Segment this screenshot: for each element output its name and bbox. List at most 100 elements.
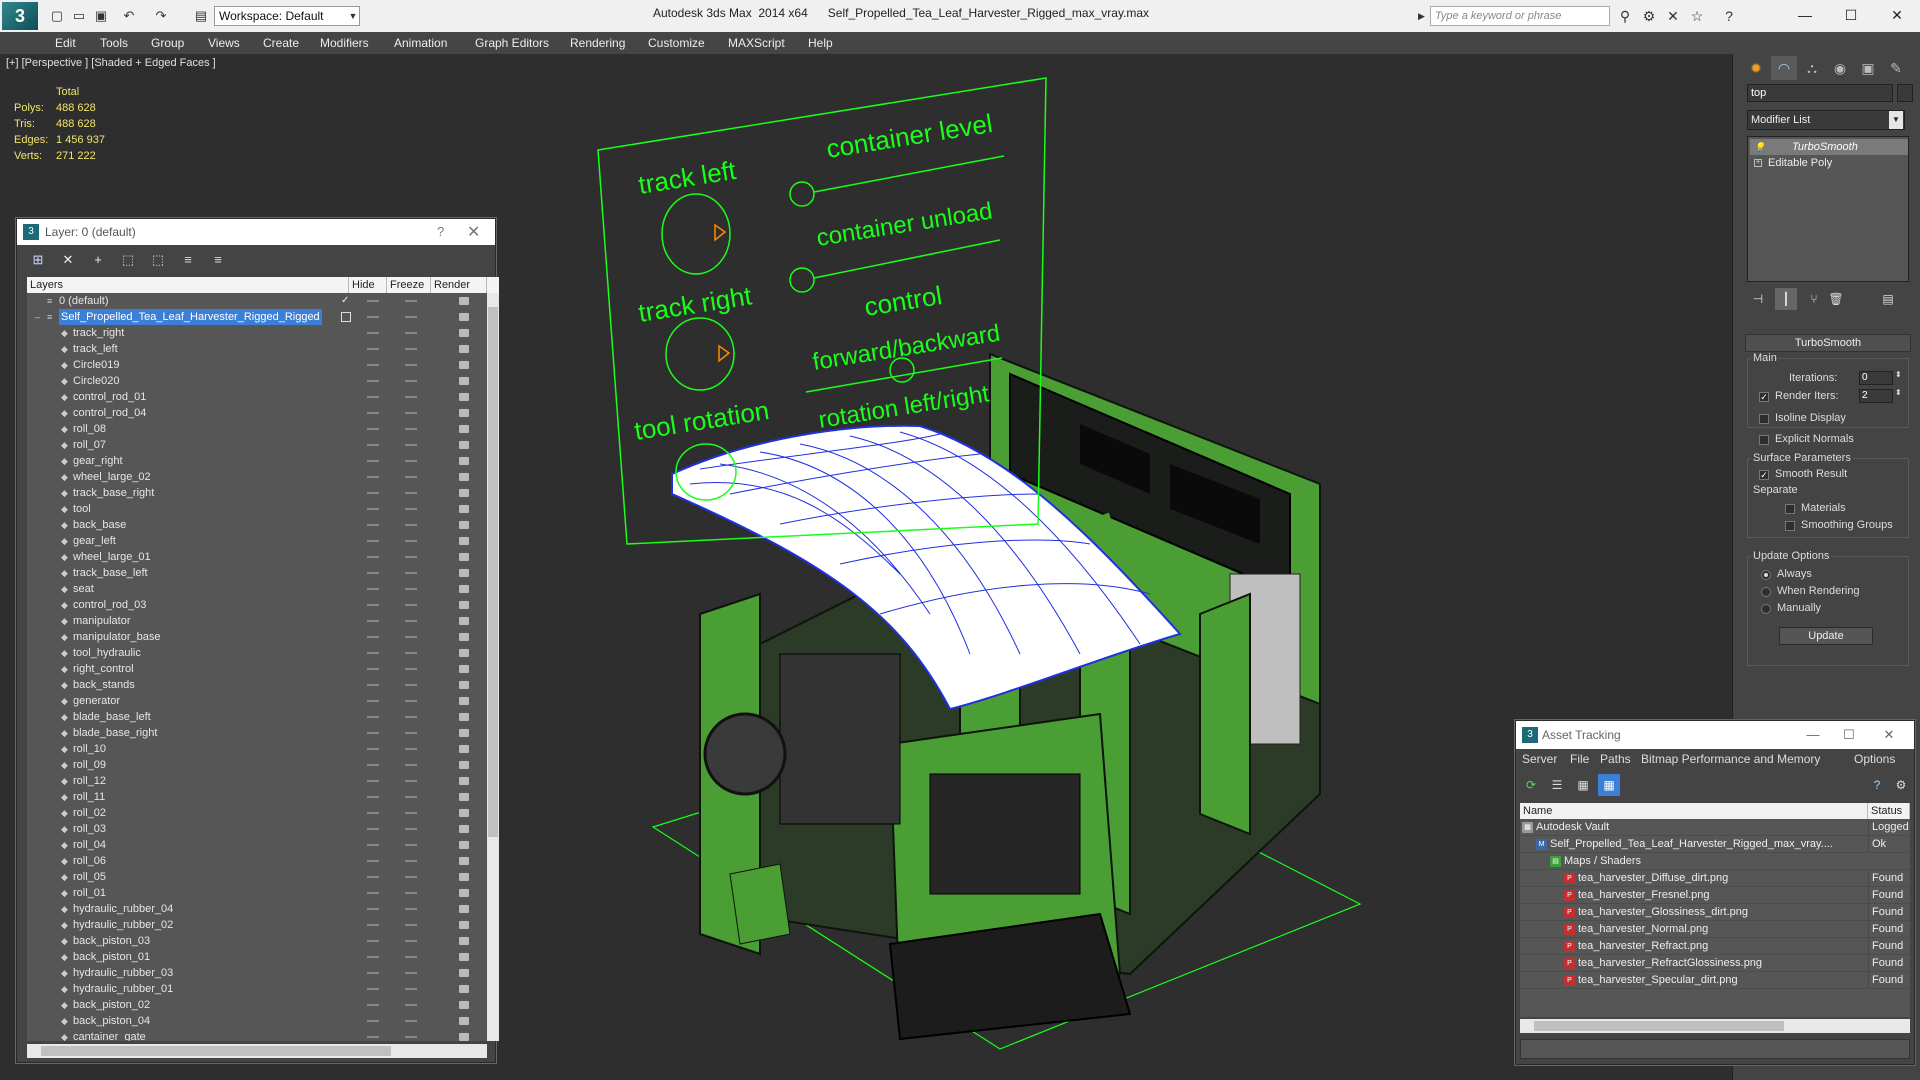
freeze-toggle[interactable] <box>405 524 417 526</box>
hide-toggle[interactable] <box>367 748 379 750</box>
freeze-toggle[interactable] <box>405 732 417 734</box>
render-teapot-icon[interactable] <box>459 793 469 801</box>
freeze-toggle[interactable] <box>405 476 417 478</box>
freeze-toggle[interactable] <box>405 348 417 350</box>
layer-object-row[interactable]: ◆ cantainer_gate <box>27 1029 487 1041</box>
manually-radio[interactable] <box>1761 604 1771 614</box>
asset-row[interactable]: ▤ Maps / Shaders <box>1520 853 1910 870</box>
hide-toggle[interactable] <box>367 732 379 734</box>
asset-row[interactable]: ▦Autodesk Vault Logged O <box>1520 819 1910 836</box>
layer-row-default[interactable]: ≡ 0 (default) ✓ <box>27 293 487 309</box>
when-rendering-radio[interactable] <box>1761 587 1771 597</box>
render-iters-input[interactable]: 2 <box>1859 389 1893 403</box>
remove-modifier-icon[interactable]: 🗑 <box>1825 288 1847 310</box>
layer-object-row[interactable]: ◆ Circle019 <box>27 357 487 373</box>
list-view-icon[interactable]: ☰ <box>1546 774 1568 796</box>
delete-layer-icon[interactable]: ✕ <box>57 249 79 271</box>
hide-toggle[interactable] <box>367 444 379 446</box>
configure-sets-icon[interactable]: ▤ <box>1877 288 1899 310</box>
render-teapot-icon[interactable] <box>459 633 469 641</box>
render-teapot-icon[interactable] <box>459 409 469 417</box>
freeze-toggle[interactable] <box>405 764 417 766</box>
chevron-down-icon[interactable]: ▼ <box>346 6 360 26</box>
show-end-result-icon[interactable]: ┃ <box>1775 288 1797 310</box>
freeze-toggle[interactable] <box>405 460 417 462</box>
freeze-toggle[interactable] <box>405 956 417 958</box>
asset-menu-bitmap[interactable]: Bitmap Performance and Memory <box>1641 752 1820 766</box>
layer-horizontal-scrollbar[interactable] <box>27 1044 487 1058</box>
hide-toggle[interactable] <box>367 892 379 894</box>
freeze-toggle[interactable] <box>405 396 417 398</box>
render-teapot-icon[interactable] <box>459 1001 469 1009</box>
layer-vertical-scrollbar[interactable] <box>487 293 499 1041</box>
maximize-icon[interactable]: ☐ <box>1828 2 1874 28</box>
hide-toggle[interactable] <box>367 476 379 478</box>
update-button[interactable]: Update <box>1779 627 1873 645</box>
render-teapot-icon[interactable] <box>459 329 469 337</box>
render-teapot-icon[interactable] <box>459 297 469 305</box>
layer-object-row[interactable]: ◆ gear_left <box>27 533 487 549</box>
render-teapot-icon[interactable] <box>459 505 469 513</box>
hide-toggle[interactable] <box>367 812 379 814</box>
asset-row[interactable]: M Self_Propelled_Tea_Leaf_Harvester_Rigge… <box>1520 836 1910 853</box>
render-teapot-icon[interactable] <box>459 649 469 657</box>
asset-menu-options[interactable]: Options <box>1854 752 1895 766</box>
menu-animation[interactable]: Animation <box>394 32 447 54</box>
layer-object-row[interactable]: ◆ roll_09 <box>27 757 487 773</box>
freeze-toggle[interactable] <box>405 700 417 702</box>
hide-toggle[interactable] <box>367 540 379 542</box>
freeze-toggle[interactable] <box>405 636 417 638</box>
render-teapot-icon[interactable] <box>459 457 469 465</box>
freeze-toggle[interactable] <box>405 780 417 782</box>
render-teapot-icon[interactable] <box>459 729 469 737</box>
expand-icon[interactable]: + <box>1754 159 1762 167</box>
active-layer-check-icon[interactable]: ✓ <box>341 293 349 309</box>
communication-icon[interactable]: ✕ <box>1662 6 1684 26</box>
render-teapot-icon[interactable] <box>459 809 469 817</box>
render-teapot-icon[interactable] <box>459 745 469 753</box>
object-name-input[interactable]: top <box>1747 84 1893 102</box>
render-teapot-icon[interactable] <box>459 969 469 977</box>
hide-toggle[interactable] <box>367 1004 379 1006</box>
layer-object-row[interactable]: ◆ roll_02 <box>27 805 487 821</box>
freeze-toggle[interactable] <box>405 892 417 894</box>
column-hide[interactable]: Hide <box>349 277 387 293</box>
render-iters-checkbox[interactable]: ✓ <box>1759 392 1769 402</box>
column-layers[interactable]: Layers <box>27 277 349 293</box>
layer-object-row[interactable]: ◆ track_base_right <box>27 485 487 501</box>
freeze-toggle[interactable] <box>405 924 417 926</box>
table-view-icon[interactable]: ▦ <box>1572 774 1594 796</box>
layer-object-row[interactable]: ◆ track_base_left <box>27 565 487 581</box>
favorites-star-icon[interactable]: ☆ <box>1686 6 1708 26</box>
asset-horizontal-scrollbar[interactable] <box>1520 1019 1910 1033</box>
hide-toggle[interactable] <box>367 380 379 382</box>
layer-object-row[interactable]: ◆ wheel_large_01 <box>27 549 487 565</box>
create-tab-icon[interactable]: ✹ <box>1743 56 1769 80</box>
app-menu-button[interactable]: 3 <box>2 2 38 30</box>
hide-toggle[interactable] <box>367 988 379 990</box>
hide-toggle[interactable] <box>367 652 379 654</box>
asset-row[interactable]: Ptea_harvester_Diffuse_dirt.png Found <box>1520 870 1910 887</box>
hide-toggle[interactable] <box>367 844 379 846</box>
render-teapot-icon[interactable] <box>459 377 469 385</box>
asset-title-bar[interactable]: 3 Asset Tracking — ☐ ✕ <box>1516 721 1914 749</box>
freeze-toggle[interactable] <box>405 412 417 414</box>
layer-object-row[interactable]: ◆ roll_03 <box>27 821 487 837</box>
layer-select-box-icon[interactable] <box>341 312 351 322</box>
smooth-result-checkbox[interactable]: ✓ <box>1759 470 1769 480</box>
render-teapot-icon[interactable] <box>459 825 469 833</box>
freeze-toggle[interactable] <box>405 556 417 558</box>
layer-object-row[interactable]: ◆ roll_10 <box>27 741 487 757</box>
menu-help[interactable]: Help <box>808 32 833 54</box>
hide-toggle[interactable] <box>367 940 379 942</box>
hide-toggle[interactable] <box>367 428 379 430</box>
layer-object-row[interactable]: ◆ Circle020 <box>27 373 487 389</box>
render-teapot-icon[interactable] <box>459 441 469 449</box>
layer-object-row[interactable]: ◆ hydraulic_rubber_04 <box>27 901 487 917</box>
freeze-toggle[interactable] <box>405 748 417 750</box>
render-teapot-icon[interactable] <box>459 521 469 529</box>
freeze-toggle[interactable] <box>405 940 417 942</box>
freeze-toggle[interactable] <box>405 796 417 798</box>
new-file-icon[interactable]: ▢ <box>46 6 68 26</box>
freeze-toggle[interactable] <box>405 364 417 366</box>
